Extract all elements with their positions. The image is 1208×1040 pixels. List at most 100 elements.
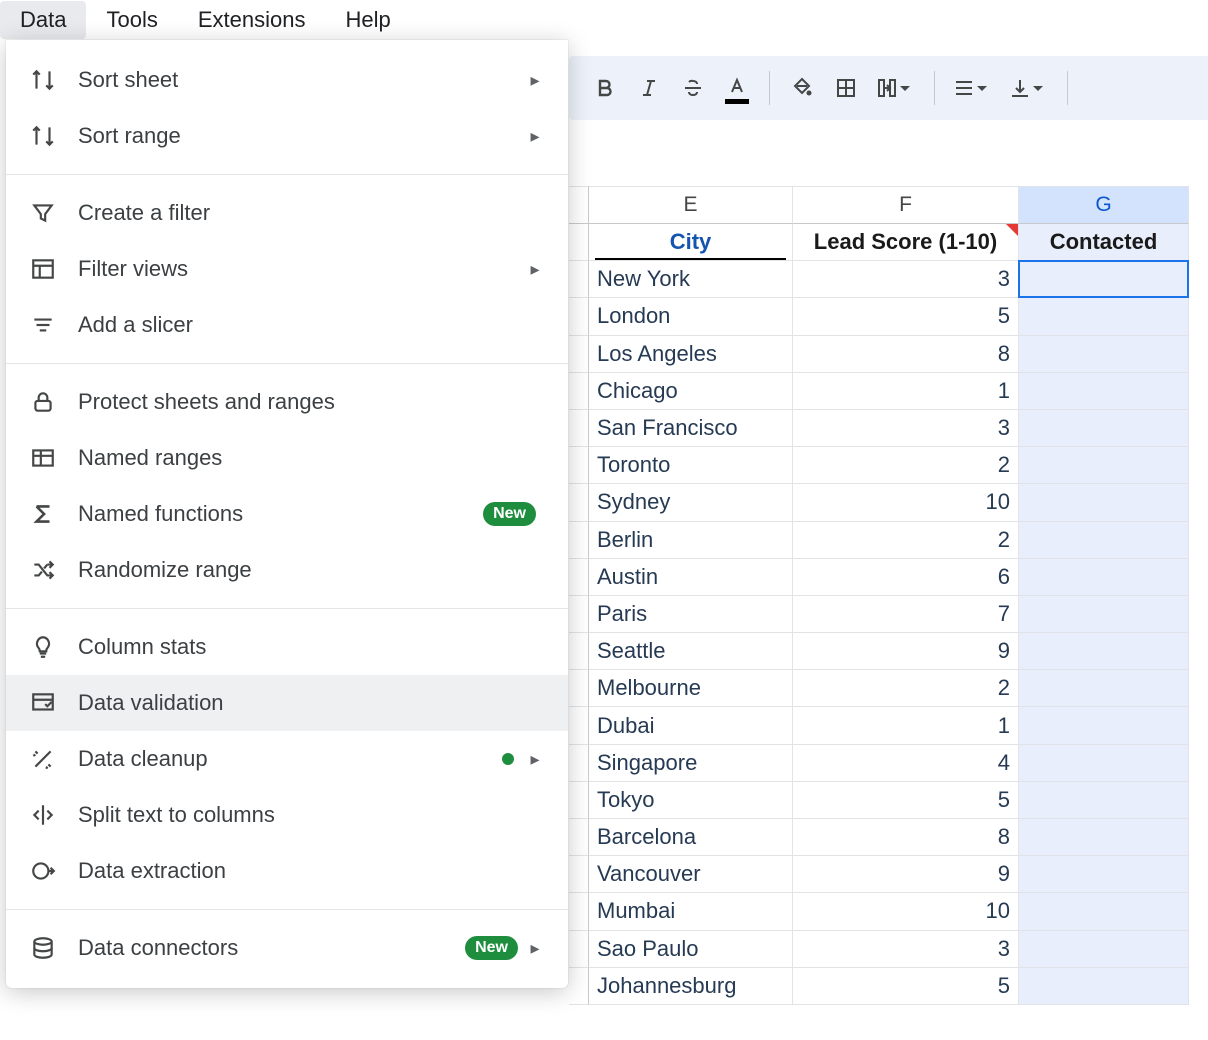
cell-score[interactable]: 5 xyxy=(793,298,1019,335)
cell-score[interactable]: 2 xyxy=(793,447,1019,484)
row-stub[interactable] xyxy=(569,670,589,707)
menu-extensions[interactable]: Extensions xyxy=(178,1,326,39)
row-stub[interactable] xyxy=(569,224,589,261)
menu-item-sort-range[interactable]: Sort range▸ xyxy=(6,108,568,164)
cell-city[interactable]: Berlin xyxy=(589,522,793,559)
menu-item-protect[interactable]: Protect sheets and ranges xyxy=(6,374,568,430)
cell-score[interactable]: 9 xyxy=(793,856,1019,893)
cell-score[interactable]: 1 xyxy=(793,707,1019,744)
menu-item-named-ranges[interactable]: Named ranges xyxy=(6,430,568,486)
cell-contacted[interactable] xyxy=(1019,298,1189,335)
menu-help[interactable]: Help xyxy=(325,1,410,39)
row-stub[interactable] xyxy=(569,447,589,484)
cell-contacted[interactable] xyxy=(1019,410,1189,447)
cell-city[interactable]: Sao Paulo xyxy=(589,931,793,968)
cell-city[interactable]: Austin xyxy=(589,559,793,596)
cell-score[interactable]: 9 xyxy=(793,633,1019,670)
menu-item-sort-sheet[interactable]: Sort sheet▸ xyxy=(6,52,568,108)
menu-item-add-slicer[interactable]: Add a slicer xyxy=(6,297,568,353)
header-cell-g[interactable]: Contacted xyxy=(1019,224,1189,261)
cell-score[interactable]: 3 xyxy=(793,931,1019,968)
vertical-align-button[interactable] xyxy=(1001,66,1057,110)
italic-button[interactable] xyxy=(627,66,671,110)
cell-city[interactable]: Melbourne xyxy=(589,670,793,707)
column-header-e[interactable]: E xyxy=(589,186,793,224)
menu-item-named-functions[interactable]: Named functionsNew xyxy=(6,486,568,542)
menu-item-data-connectors[interactable]: Data connectorsNew▸ xyxy=(6,920,568,976)
row-stub[interactable] xyxy=(569,893,589,930)
column-header-g[interactable]: G xyxy=(1019,186,1189,224)
strikethrough-button[interactable] xyxy=(671,66,715,110)
cell-contacted[interactable] xyxy=(1019,522,1189,559)
cell-note-indicator[interactable] xyxy=(1006,224,1018,236)
cell-score[interactable]: 3 xyxy=(793,261,1019,298)
cell-contacted[interactable] xyxy=(1019,745,1189,782)
cell-score[interactable]: 5 xyxy=(793,782,1019,819)
cell-city[interactable]: Mumbai xyxy=(589,893,793,930)
menu-item-column-stats[interactable]: Column stats xyxy=(6,619,568,675)
cell-contacted[interactable] xyxy=(1019,447,1189,484)
horizontal-align-button[interactable] xyxy=(945,66,1001,110)
cell-contacted[interactable] xyxy=(1019,782,1189,819)
cell-city[interactable]: Barcelona xyxy=(589,819,793,856)
cell-city[interactable]: Vancouver xyxy=(589,856,793,893)
cell-score[interactable]: 10 xyxy=(793,484,1019,521)
row-stub[interactable] xyxy=(569,968,589,1005)
cell-contacted[interactable] xyxy=(1019,670,1189,707)
menu-item-filter-views[interactable]: Filter views▸ xyxy=(6,241,568,297)
cell-contacted[interactable] xyxy=(1019,819,1189,856)
header-cell-e[interactable]: City xyxy=(589,224,793,261)
cell-score[interactable]: 3 xyxy=(793,410,1019,447)
bold-button[interactable] xyxy=(583,66,627,110)
cell-score[interactable]: 8 xyxy=(793,336,1019,373)
row-stub[interactable] xyxy=(569,707,589,744)
cell-city[interactable]: Dubai xyxy=(589,707,793,744)
row-stub[interactable] xyxy=(569,596,589,633)
cell-city[interactable]: Seattle xyxy=(589,633,793,670)
cell-city[interactable]: San Francisco xyxy=(589,410,793,447)
cell-score[interactable]: 6 xyxy=(793,559,1019,596)
menu-item-randomize[interactable]: Randomize range xyxy=(6,542,568,598)
row-stub[interactable] xyxy=(569,745,589,782)
column-header-f[interactable]: F xyxy=(793,186,1019,224)
header-cell-f[interactable]: Lead Score (1-10) xyxy=(793,224,1019,261)
menu-tools[interactable]: Tools xyxy=(86,1,177,39)
menu-item-create-filter[interactable]: Create a filter xyxy=(6,185,568,241)
row-stub[interactable] xyxy=(569,484,589,521)
menu-data[interactable]: Data xyxy=(0,1,86,39)
cell-city[interactable]: Los Angeles xyxy=(589,336,793,373)
cell-contacted[interactable] xyxy=(1019,336,1189,373)
row-stub[interactable] xyxy=(569,559,589,596)
row-stub[interactable] xyxy=(569,373,589,410)
cell-city[interactable]: Chicago xyxy=(589,373,793,410)
cell-city[interactable]: London xyxy=(589,298,793,335)
cell-score[interactable]: 4 xyxy=(793,745,1019,782)
menu-item-data-cleanup[interactable]: Data cleanup▸ xyxy=(6,731,568,787)
cell-contacted[interactable] xyxy=(1019,856,1189,893)
cell-city[interactable]: Paris xyxy=(589,596,793,633)
cell-city[interactable]: New York xyxy=(589,261,793,298)
menu-item-data-extraction[interactable]: Data extraction xyxy=(6,843,568,899)
cell-score[interactable]: 5 xyxy=(793,968,1019,1005)
merge-cells-button[interactable] xyxy=(868,66,924,110)
cell-city[interactable]: Toronto xyxy=(589,447,793,484)
cell-contacted[interactable] xyxy=(1019,968,1189,1005)
borders-button[interactable] xyxy=(824,66,868,110)
cell-city[interactable]: Singapore xyxy=(589,745,793,782)
cell-contacted[interactable] xyxy=(1019,596,1189,633)
cell-contacted[interactable] xyxy=(1019,893,1189,930)
cell-city[interactable]: Johannesburg xyxy=(589,968,793,1005)
cell-score[interactable]: 8 xyxy=(793,819,1019,856)
text-color-button[interactable] xyxy=(715,66,759,110)
menu-item-split-text[interactable]: Split text to columns xyxy=(6,787,568,843)
row-stub[interactable] xyxy=(569,782,589,819)
cell-contacted[interactable] xyxy=(1019,707,1189,744)
cell-contacted[interactable] xyxy=(1019,484,1189,521)
cell-score[interactable]: 2 xyxy=(793,670,1019,707)
row-stub[interactable] xyxy=(569,819,589,856)
row-stub[interactable] xyxy=(569,410,589,447)
menu-item-data-validation[interactable]: Data validation xyxy=(6,675,568,731)
fill-color-button[interactable] xyxy=(780,66,824,110)
cell-city[interactable]: Tokyo xyxy=(589,782,793,819)
cell-score[interactable]: 7 xyxy=(793,596,1019,633)
